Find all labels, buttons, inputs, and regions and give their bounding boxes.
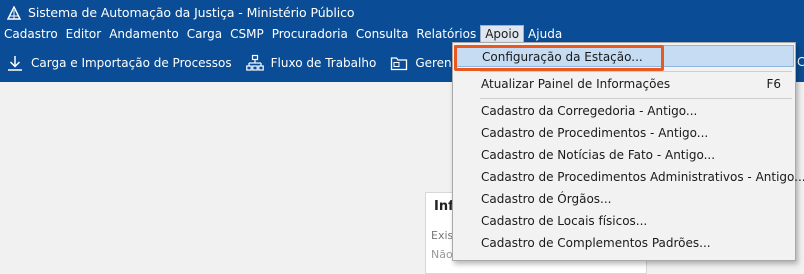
title-bar: Sistema de Automação da Justiça - Minist… (0, 0, 804, 25)
menu-item-label: Cadastro de Locais físicos... (481, 214, 648, 228)
menu-item-label: Cadastro de Complementos Padrões... (481, 236, 711, 250)
menu-item-label: Cadastro de Procedimentos - Antigo... (481, 126, 709, 140)
menu-separator (480, 71, 792, 72)
menu-item-cadastro-complementos-padroes[interactable]: Cadastro de Complementos Padrões... (454, 232, 794, 254)
menu-item-label: Cadastro da Corregedoria - Antigo... (481, 104, 698, 118)
app-logo-icon (7, 5, 21, 20)
menu-item-shortcut: F6 (766, 77, 781, 91)
menu-item-label: Cadastro de Órgãos... (481, 192, 612, 206)
menu-item-cadastro-locais-fisicos[interactable]: Cadastro de Locais físicos... (454, 210, 794, 232)
menu-item-cadastro-procedimentos[interactable]: Cadastro de Procedimentos - Antigo... (454, 122, 794, 144)
menu-cadastro[interactable]: Cadastro (0, 25, 62, 44)
menu-consulta[interactable]: Consulta (352, 25, 413, 44)
info-panel-line-2: Não (431, 248, 453, 261)
menu-item-configuracao-estacao[interactable]: Configuração da Estação... (454, 45, 794, 71)
carga-importacao-label: Carga e Importação de Processos (31, 56, 232, 70)
window-title: Sistema de Automação da Justiça - Minist… (28, 5, 355, 20)
menu-item-cadastro-orgaos[interactable]: Cadastro de Órgãos... (454, 188, 794, 210)
menu-procuradoria[interactable]: Procuradoria (268, 25, 352, 44)
menu-csmp[interactable]: CSMP (226, 25, 268, 44)
info-panel-title: Inf (434, 199, 454, 214)
download-icon (8, 56, 22, 71)
toolbar-trailing-label: C (797, 55, 804, 69)
menu-item-label: Cadastro de Procedimentos Administrativo… (481, 170, 804, 184)
menu-item-cadastro-corregedoria[interactable]: Cadastro da Corregedoria - Antigo... (454, 100, 794, 122)
workflow-icon (245, 54, 264, 71)
menu-item-atualizar-painel[interactable]: Atualizar Painel de Informações F6 (454, 73, 794, 95)
info-panel-line-1: Exis (431, 229, 454, 242)
fluxo-trabalho-label: Fluxo de Trabalho (270, 56, 377, 70)
menu-carga[interactable]: Carga (183, 25, 226, 44)
menu-editor[interactable]: Editor (62, 25, 106, 44)
menu-item-cadastro-procedimentos-administrativos[interactable]: Cadastro de Procedimentos Administrativo… (454, 166, 804, 188)
menu-item-label: Cadastro de Notícias de Fato - Antigo... (481, 148, 716, 162)
folder-icon (391, 57, 408, 71)
carga-importacao-button[interactable]: Carga e Importação de Processos (0, 44, 240, 82)
menu-item-cadastro-noticias-fato[interactable]: Cadastro de Notícias de Fato - Antigo... (454, 144, 794, 166)
fluxo-trabalho-button[interactable]: Fluxo de Trabalho (240, 44, 385, 82)
menu-andamento[interactable]: Andamento (105, 25, 183, 44)
apoio-dropdown-menu: Configuração da Estação... Atualizar Pai… (452, 42, 804, 261)
menu-item-label: Configuração da Estação... (482, 50, 643, 64)
menu-item-label: Atualizar Painel de Informações (481, 77, 671, 91)
menu-separator (480, 98, 792, 99)
